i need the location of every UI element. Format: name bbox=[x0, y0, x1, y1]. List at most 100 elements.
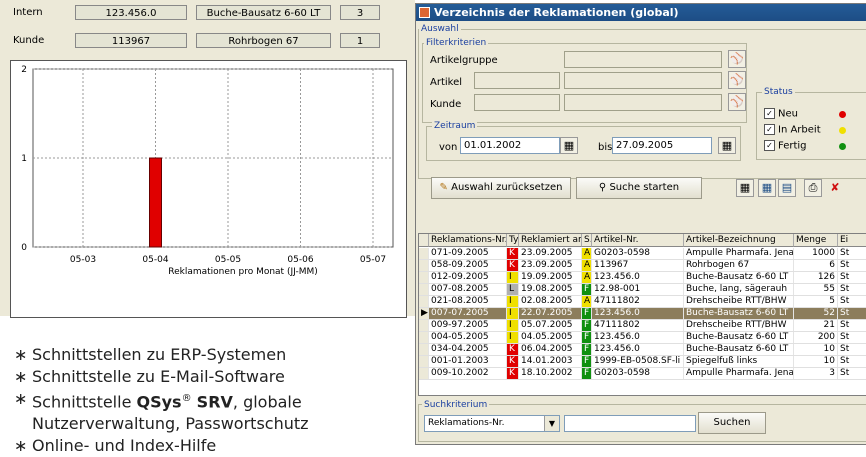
chart-view-button[interactable]: ▦ bbox=[736, 179, 754, 197]
binoculars-icon: ⚾ bbox=[730, 95, 744, 108]
cell-bez: Buche-Bausatz 6-60 LT bbox=[684, 332, 794, 343]
suchbegriff-input[interactable] bbox=[564, 415, 696, 432]
column-header[interactable]: Reklamiert am bbox=[519, 234, 582, 247]
bis-date-value: 27.09.2005 bbox=[616, 140, 674, 151]
row-selector bbox=[419, 368, 429, 379]
chart-icon: ▦ bbox=[739, 181, 751, 194]
complaints-window: Verzeichnis der Reklamationen (global) A… bbox=[415, 3, 866, 445]
von-calendar-button[interactable]: ▦ bbox=[560, 137, 578, 154]
column-header[interactable]: Artikel-Bezeichnung bbox=[684, 234, 794, 247]
column-header[interactable]: Menge bbox=[794, 234, 838, 247]
suchkriterium-label: Suchkriterium bbox=[422, 400, 490, 410]
cell-bez: Ampulle Pharmafa. Jena bbox=[686, 248, 794, 259]
kunde-search-button[interactable]: ⚾ bbox=[728, 93, 746, 111]
feature-item-cont: Nutzerverwaltung, Passwortschutz bbox=[32, 414, 309, 434]
background-row-field: 1 bbox=[340, 33, 380, 48]
zeitraum-label: Zeitraum bbox=[432, 121, 478, 131]
cell-date: 02.08.2005 bbox=[519, 296, 582, 307]
cell-ei: St bbox=[838, 356, 866, 367]
cell-nr: 058-09.2005 bbox=[429, 260, 507, 271]
row-selector bbox=[419, 248, 429, 259]
table-row[interactable]: 071-09.2005 K 23.09.2005 A G0203-0598 Ampulle… bbox=[419, 248, 866, 260]
auswahl-label: Auswahl bbox=[419, 24, 461, 34]
table-row[interactable]: 012-09.2005 I 19.09.2005 A 123.456.0 Buche-Ba… bbox=[419, 272, 866, 284]
cell-nr: 001-01.2003 bbox=[429, 356, 507, 367]
magnifier-icon: ⚲ bbox=[598, 182, 607, 193]
row-selector bbox=[419, 332, 429, 343]
artikel-name-field[interactable] bbox=[564, 72, 722, 89]
column-header[interactable]: Artikel-Nr. bbox=[592, 234, 684, 247]
suchen-label: Suchen bbox=[713, 417, 751, 428]
cell-ei: St bbox=[838, 320, 866, 331]
print-button[interactable]: ⎙ bbox=[804, 179, 822, 197]
calendar-icon: ▦ bbox=[721, 139, 733, 152]
table-row[interactable]: 009-97.2005 I 05.07.2005 F 47111802 Drehschei… bbox=[419, 320, 866, 332]
delete-button[interactable]: ✘ bbox=[826, 179, 844, 197]
table-row[interactable]: 004-05.2005 I 04.05.2005 F 123.456.0 Buche-Ba… bbox=[419, 332, 866, 344]
status-checkbox-2[interactable]: ✓ Fertig bbox=[764, 140, 807, 152]
suchkriterium-select[interactable]: Reklamations-Nr. ▼ bbox=[424, 415, 560, 432]
cell-art: 1999-EB-0508.SF-li bbox=[592, 356, 684, 367]
window-titlebar[interactable]: Verzeichnis der Reklamationen (global) bbox=[416, 4, 866, 21]
status-checkbox-1[interactable]: ✓ In Arbeit bbox=[764, 124, 821, 136]
artikel-nr-field[interactable] bbox=[474, 72, 560, 89]
status-label: Status bbox=[762, 87, 795, 97]
table-row[interactable]: 001-01.2003 K 14.01.2003 F 1999-EB-0508.SF-l… bbox=[419, 356, 866, 368]
cell-menge: 10 bbox=[794, 356, 838, 367]
artikelgruppe-search-button[interactable]: ⚾ bbox=[728, 50, 746, 68]
cell-ei: St bbox=[838, 368, 866, 379]
bis-date-field[interactable]: 27.09.2005 bbox=[612, 137, 712, 154]
bis-label: bis bbox=[598, 142, 613, 153]
cell-menge: 52 bbox=[794, 308, 838, 319]
table-row[interactable]: 021-08.2005 I 02.08.2005 A 47111802 Drehschei… bbox=[419, 296, 866, 308]
chart-svg: 05-03 05-04 05-05 05-06 05-07 0 1 2 Reklamatione… bbox=[21, 65, 394, 277]
column-header[interactable]: Ei bbox=[838, 234, 866, 247]
cell-typ: I bbox=[507, 332, 519, 343]
kunde-name-field[interactable] bbox=[564, 94, 722, 111]
table-view-button[interactable]: ▦ bbox=[758, 179, 776, 197]
reset-selection-label: Auswahl zurücksetzen bbox=[451, 182, 563, 193]
binoculars-icon: ⚾ bbox=[730, 52, 744, 65]
cell-typ: K bbox=[507, 260, 519, 271]
von-date-field[interactable]: 01.01.2002 bbox=[460, 137, 560, 154]
x-tick-label: 05-06 bbox=[287, 255, 313, 265]
reset-selection-button[interactable]: ✎ Auswahl zurücksetzen bbox=[431, 177, 571, 199]
column-header[interactable]: Typ bbox=[507, 234, 519, 247]
cell-nr: 007-07.2005 bbox=[429, 308, 507, 319]
cell-bez: Spiegelfuß links bbox=[684, 356, 794, 367]
feature-bold: QSys bbox=[136, 392, 182, 412]
printer-icon: ⎙ bbox=[808, 181, 818, 194]
cell-menge: 21 bbox=[794, 320, 838, 331]
start-search-button[interactable]: ⚲ Suche starten bbox=[576, 177, 702, 199]
status-checkbox-0[interactable]: ✓ Neu bbox=[764, 108, 798, 120]
checkbox-icon[interactable]: ✓ bbox=[764, 140, 775, 151]
von-label: von bbox=[439, 142, 458, 153]
artikel-search-button[interactable]: ⚾ bbox=[728, 71, 746, 89]
artikelgruppe-field[interactable] bbox=[564, 51, 722, 68]
cell-art: 123.456.0 bbox=[592, 332, 684, 343]
bis-calendar-button[interactable]: ▦ bbox=[718, 137, 736, 154]
checkbox-icon[interactable]: ✓ bbox=[764, 124, 775, 135]
table-row[interactable]: 007-08.2005 L 19.08.2005 F 12.98-001 Buche, l… bbox=[419, 284, 866, 296]
column-header[interactable]: Reklamations-Nr. bbox=[429, 234, 507, 247]
cell-art: 123.456.0 bbox=[592, 272, 684, 283]
cell-menge: 10 bbox=[794, 344, 838, 355]
table-row[interactable]: ▶ 007-07.2005 I 22.07.2005 F 123.456.0 Buche-B… bbox=[419, 308, 866, 320]
column-header[interactable]: S. bbox=[582, 234, 592, 247]
cell-typ: K bbox=[507, 248, 519, 259]
cell-art: 123.456.0 bbox=[592, 344, 684, 355]
table-row[interactable]: 058-09.2005 K 23.09.2005 A 113967 Rohrbogen 6… bbox=[419, 260, 866, 272]
delete-x-icon: ✘ bbox=[830, 181, 840, 194]
checkbox-icon[interactable]: ✓ bbox=[764, 108, 775, 119]
form-view-button[interactable]: ▤ bbox=[778, 179, 796, 197]
suchen-button[interactable]: Suchen bbox=[698, 412, 766, 434]
x-tick-label: 05-04 bbox=[142, 255, 168, 265]
cell-art: 12.98-001 bbox=[592, 284, 684, 295]
table-row[interactable]: 009-10.2002 K 18.10.2002 F G0203-0598 Ampulle… bbox=[419, 368, 866, 380]
cell-typ: I bbox=[507, 296, 519, 307]
cell-s: A bbox=[582, 272, 592, 283]
row-selector bbox=[419, 296, 429, 307]
cell-menge: 200 bbox=[794, 332, 838, 343]
table-row[interactable]: 034-04.2005 K 06.04.2005 F 123.456.0 Buche-Ba… bbox=[419, 344, 866, 356]
kunde-nr-field[interactable] bbox=[474, 94, 560, 111]
